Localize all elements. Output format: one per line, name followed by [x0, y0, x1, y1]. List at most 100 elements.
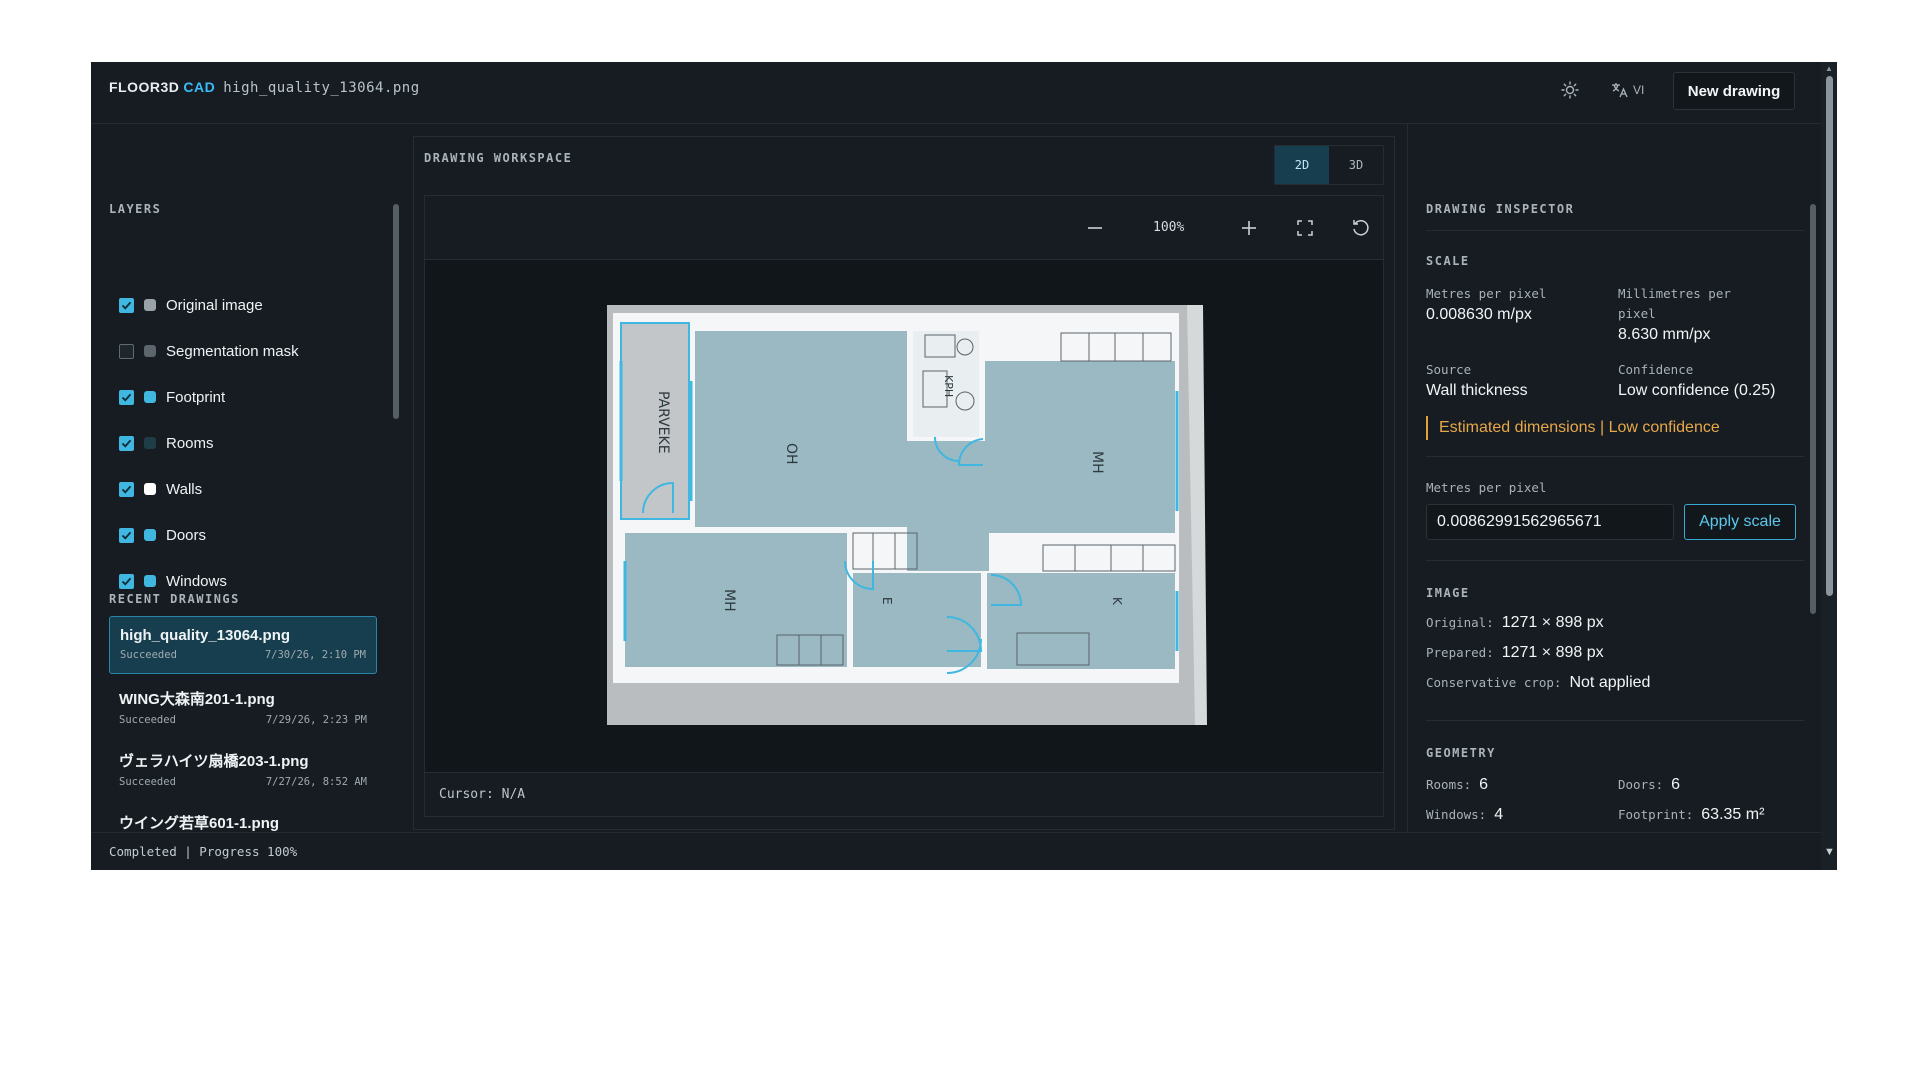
recent-drawing-item[interactable]: high_quality_13064.png Succeeded 7/30/26, …	[109, 616, 377, 674]
drawing-canvas[interactable]: PARVEKE OH KPH MH MH E K	[425, 261, 1383, 771]
check-icon	[121, 485, 132, 494]
layer-item[interactable]: Doors	[119, 524, 206, 546]
apply-scale-button[interactable]: Apply scale	[1684, 504, 1796, 540]
layer-label: Walls	[166, 480, 203, 498]
translate-icon	[1612, 83, 1628, 98]
zoom-level: 100%	[1153, 220, 1185, 235]
recent-drawing-time: 7/30/26, 2:10 PM	[264, 649, 366, 661]
layer-item[interactable]: Rooms	[119, 432, 214, 454]
workspace-title: DRAWING WORKSPACE	[424, 151, 573, 165]
layer-checkbox[interactable]	[119, 481, 134, 497]
layer-item[interactable]: Windows	[119, 570, 227, 592]
geometry-section-title: GEOMETRY	[1426, 746, 1496, 760]
language-switch-button[interactable]: VI	[1611, 78, 1644, 102]
recent-drawing-name: WING大森南201-1.png	[119, 691, 275, 708]
scroll-down-icon[interactable]: ▼	[1824, 846, 1835, 858]
view-2d-button[interactable]: 2D	[1275, 146, 1329, 184]
low-confidence-warning: Estimated dimensions | Low confidence	[1426, 416, 1720, 440]
geometry-rooms: Rooms: 6	[1426, 776, 1489, 793]
fullscreen-icon	[1297, 220, 1313, 236]
room-living	[695, 331, 907, 527]
brand-name: FLOOR3D	[109, 79, 180, 95]
recent-drawing-item[interactable]: WING大森南201-1.png Succeeded 7/29/26, 2:23 P…	[109, 678, 377, 736]
drawing-workspace: DRAWING WORKSPACE 2D 3D 100% PARVEKE OH …	[413, 136, 1395, 830]
layer-item[interactable]: Walls	[119, 478, 202, 500]
new-drawing-button[interactable]: New drawing	[1673, 72, 1795, 110]
recent-drawing-time: 7/29/26, 2:23 PM	[265, 714, 367, 726]
rotate-ccw-icon	[1353, 220, 1369, 236]
view-mode-switch: 2D 3D	[1274, 145, 1384, 185]
inspector-title: DRAWING INSPECTOR	[1426, 202, 1575, 216]
reset-view-button[interactable]	[1345, 212, 1377, 244]
label-living: OH	[783, 443, 799, 465]
layer-color-swatch	[144, 391, 156, 403]
layer-color-swatch	[144, 345, 156, 357]
zoom-in-button[interactable]	[1233, 212, 1265, 244]
layer-color-swatch	[144, 529, 156, 541]
window-scrollbar[interactable]: ▲ ▼	[1821, 62, 1837, 870]
layer-item[interactable]: Segmentation mask	[119, 340, 299, 362]
current-file-name: high_quality_13064.png	[223, 80, 420, 96]
drawing-inspector: DRAWING INSPECTOR SCALE Metres per pixel…	[1407, 124, 1821, 832]
app-window: FLOOR3D CAD high_quality_13064.png VI New …	[91, 62, 1837, 870]
layer-label: Segmentation mask	[166, 342, 299, 360]
check-icon	[121, 439, 132, 448]
layer-label: Rooms	[166, 434, 214, 452]
floor-plan: PARVEKE OH KPH MH MH E K	[607, 305, 1207, 725]
confidence-value: Low confidence (0.25)	[1618, 382, 1776, 399]
mmpp-value: 8.630 mm/px	[1618, 326, 1711, 343]
layer-checkbox[interactable]	[119, 343, 134, 359]
layers-section-title: LAYERS	[109, 202, 162, 216]
layer-color-swatch	[144, 575, 156, 587]
mpp-input-label: Metres per pixel	[1426, 480, 1547, 495]
label-bedroom2: MH	[721, 589, 737, 612]
left-panel: LAYERS Original image Segmentation mask Fo…	[91, 124, 411, 850]
mpp-input[interactable]	[1426, 504, 1674, 540]
layer-item[interactable]: Footprint	[119, 386, 225, 408]
layer-checkbox[interactable]	[119, 297, 134, 313]
mmpp-label-line2: pixel	[1618, 306, 1656, 321]
recent-drawing-name: ヴェラハイツ扇橋203-1.png	[119, 753, 309, 770]
view-3d-button[interactable]: 3D	[1329, 146, 1383, 184]
layer-checkbox[interactable]	[119, 435, 134, 451]
recent-drawing-item[interactable]: ヴェラハイツ扇橋203-1.png Succeeded 7/27/26, 8:52 …	[109, 740, 377, 798]
check-icon	[121, 531, 132, 540]
layer-checkbox[interactable]	[119, 527, 134, 543]
recent-drawing-meta: Succeeded 7/30/26, 2:10 PM	[120, 649, 366, 661]
canvas-toolbar: 100%	[425, 196, 1383, 260]
recent-drawing-name: high_quality_13064.png	[120, 627, 291, 644]
geometry-doors: Doors: 6	[1618, 776, 1681, 793]
layer-color-swatch	[144, 299, 156, 311]
recent-drawing-status: Succeeded	[119, 714, 176, 726]
scroll-up-icon[interactable]: ▲	[1825, 64, 1833, 73]
recent-drawing-status: Succeeded	[119, 776, 176, 788]
app-status-footer: Completed | Progress 100%	[91, 832, 1821, 870]
app-header: FLOOR3D CAD high_quality_13064.png VI New …	[91, 62, 1821, 124]
canvas-status-bar: Cursor: N/A	[425, 772, 1383, 816]
language-label: VI	[1633, 83, 1645, 97]
layer-label: Doors	[166, 526, 207, 544]
minus-icon	[1088, 227, 1102, 229]
brand-suffix: CAD	[183, 79, 216, 95]
cursor-readout: Cursor: N/A	[439, 787, 526, 802]
layer-checkbox[interactable]	[119, 573, 134, 589]
source-label: Source	[1426, 362, 1472, 377]
fit-to-screen-button[interactable]	[1289, 212, 1321, 244]
scale-section-title: SCALE	[1426, 254, 1470, 268]
room-bedroom1	[985, 361, 1175, 533]
zoom-out-button[interactable]	[1079, 212, 1111, 244]
layer-color-swatch	[144, 437, 156, 449]
label-balcony: PARVEKE	[655, 391, 671, 454]
layer-checkbox[interactable]	[119, 389, 134, 405]
image-original: Original: 1271 × 898 px	[1426, 614, 1604, 631]
recent-drawing-time: 7/27/26, 8:52 AM	[265, 776, 367, 788]
left-panel-scrollbar[interactable]	[391, 194, 401, 870]
geometry-footprint: Footprint: 63.35 m²	[1618, 806, 1765, 823]
recent-drawings-title: RECENT DRAWINGS	[109, 592, 240, 606]
mmpp-label-line1: Millimetres per	[1618, 286, 1731, 301]
inspector-scrollbar[interactable]	[1808, 194, 1818, 870]
theme-toggle-button[interactable]	[1556, 76, 1584, 104]
check-icon	[121, 393, 132, 402]
check-icon	[121, 301, 132, 310]
layer-item[interactable]: Original image	[119, 294, 263, 316]
